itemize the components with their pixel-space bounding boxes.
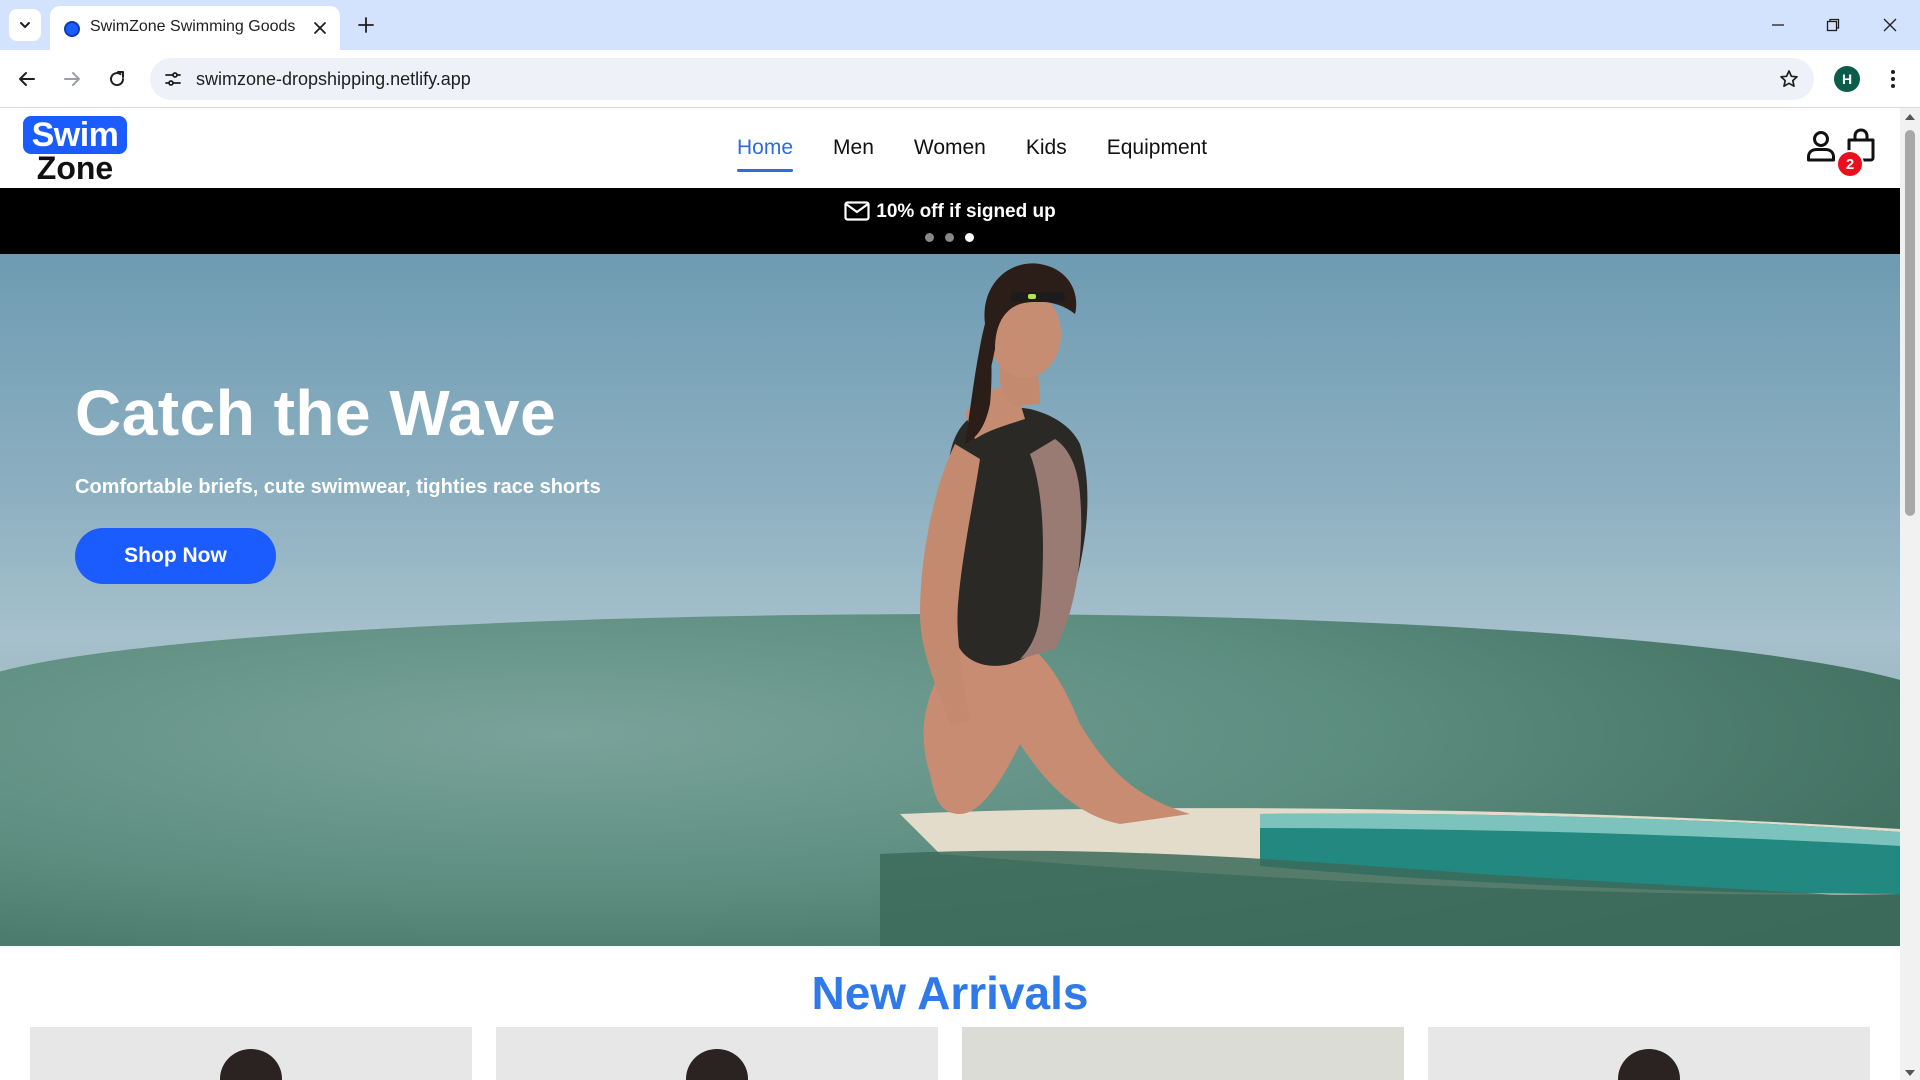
product-card[interactable]	[962, 1027, 1404, 1080]
minimize-icon	[1772, 24, 1784, 26]
browser-tab[interactable]: SwimZone Swimming Goods	[50, 6, 340, 50]
back-button[interactable]	[10, 62, 44, 96]
page-scrollbar[interactable]	[1900, 108, 1920, 1080]
promo-message: 10% off if signed up	[0, 201, 1900, 223]
chevron-down-icon	[20, 22, 30, 29]
site-favicon-icon	[64, 21, 80, 37]
promo-banner: 10% off if signed up	[0, 188, 1900, 254]
site-logo[interactable]: Swim Zone	[23, 116, 127, 184]
browser-tab-strip: SwimZone Swimming Goods	[0, 0, 1920, 50]
scroll-down-arrow-icon[interactable]	[1905, 1070, 1915, 1076]
minimize-button[interactable]	[1760, 10, 1796, 40]
promo-dot-1[interactable]	[925, 233, 934, 242]
product-card[interactable]	[1428, 1027, 1870, 1080]
promo-dot-2[interactable]	[945, 233, 954, 242]
tune-icon	[165, 72, 181, 86]
restore-button[interactable]	[1815, 10, 1851, 40]
product-image	[686, 1049, 748, 1080]
product-card[interactable]	[496, 1027, 938, 1080]
product-image	[220, 1049, 282, 1080]
new-arrivals-title: New Arrivals	[811, 967, 1089, 1019]
product-grid	[30, 1027, 1870, 1080]
page-viewport: Swim Zone Home Men Women Kids Equipment …	[0, 108, 1900, 1080]
hero-swimmer-image	[880, 263, 1900, 946]
reload-button[interactable]	[100, 62, 134, 96]
hero-subtitle: Comfortable briefs, cute swimwear, tight…	[75, 476, 601, 498]
promo-pagination	[925, 233, 974, 242]
product-card[interactable]	[30, 1027, 472, 1080]
shop-now-button[interactable]: Shop Now	[75, 528, 276, 584]
logo-zone: Zone	[36, 150, 114, 186]
nav-equipment[interactable]: Equipment	[1107, 136, 1207, 172]
tab-close-button[interactable]	[308, 16, 332, 40]
more-vertical-icon	[1891, 70, 1895, 88]
restore-icon	[1826, 18, 1840, 32]
nav-women[interactable]: Women	[914, 136, 986, 172]
bookmark-button[interactable]	[1776, 66, 1802, 92]
promo-text: 10% off if signed up	[876, 201, 1056, 222]
mail-icon	[844, 201, 870, 221]
url-text[interactable]: swimzone-dropshipping.netlify.app	[196, 69, 471, 90]
close-window-button[interactable]	[1872, 10, 1908, 40]
main-nav: Home Men Women Kids Equipment	[737, 136, 1207, 172]
nav-kids[interactable]: Kids	[1026, 136, 1067, 172]
product-image	[1618, 1049, 1680, 1080]
profile-avatar[interactable]: H	[1834, 66, 1860, 92]
promo-dot-3[interactable]	[965, 233, 974, 242]
nav-home[interactable]: Home	[737, 136, 794, 172]
nav-men[interactable]: Men	[833, 136, 874, 172]
scroll-thumb[interactable]	[1905, 130, 1915, 516]
forward-button[interactable]	[55, 62, 89, 96]
browser-toolbar: swimzone-dropshipping.netlify.app H	[0, 50, 1920, 108]
star-icon	[1780, 70, 1798, 88]
scroll-up-arrow-icon[interactable]	[1905, 114, 1915, 120]
arrow-left-icon	[19, 72, 35, 86]
new-tab-button[interactable]	[352, 11, 380, 39]
user-icon[interactable]	[1806, 130, 1836, 162]
cart-count-badge: 2	[1836, 150, 1864, 178]
plus-icon	[358, 17, 374, 33]
reload-icon	[110, 71, 125, 87]
tab-title: SwimZone Swimming Goods	[90, 18, 296, 35]
close-icon	[1883, 18, 1897, 32]
site-info-button[interactable]	[160, 66, 186, 92]
arrow-right-icon	[64, 72, 80, 86]
site-header: Swim Zone Home Men Women Kids Equipment …	[0, 108, 1900, 188]
tab-search-button[interactable]	[9, 9, 41, 41]
address-bar[interactable]: swimzone-dropshipping.netlify.app	[150, 58, 1814, 100]
hero-title: Catch the Wave	[75, 377, 557, 449]
logo-swim: Swim	[23, 116, 127, 154]
browser-menu-button[interactable]	[1878, 64, 1908, 94]
hero-banner: Catch the Wave Comfortable briefs, cute …	[0, 254, 1900, 946]
close-icon	[314, 22, 326, 34]
